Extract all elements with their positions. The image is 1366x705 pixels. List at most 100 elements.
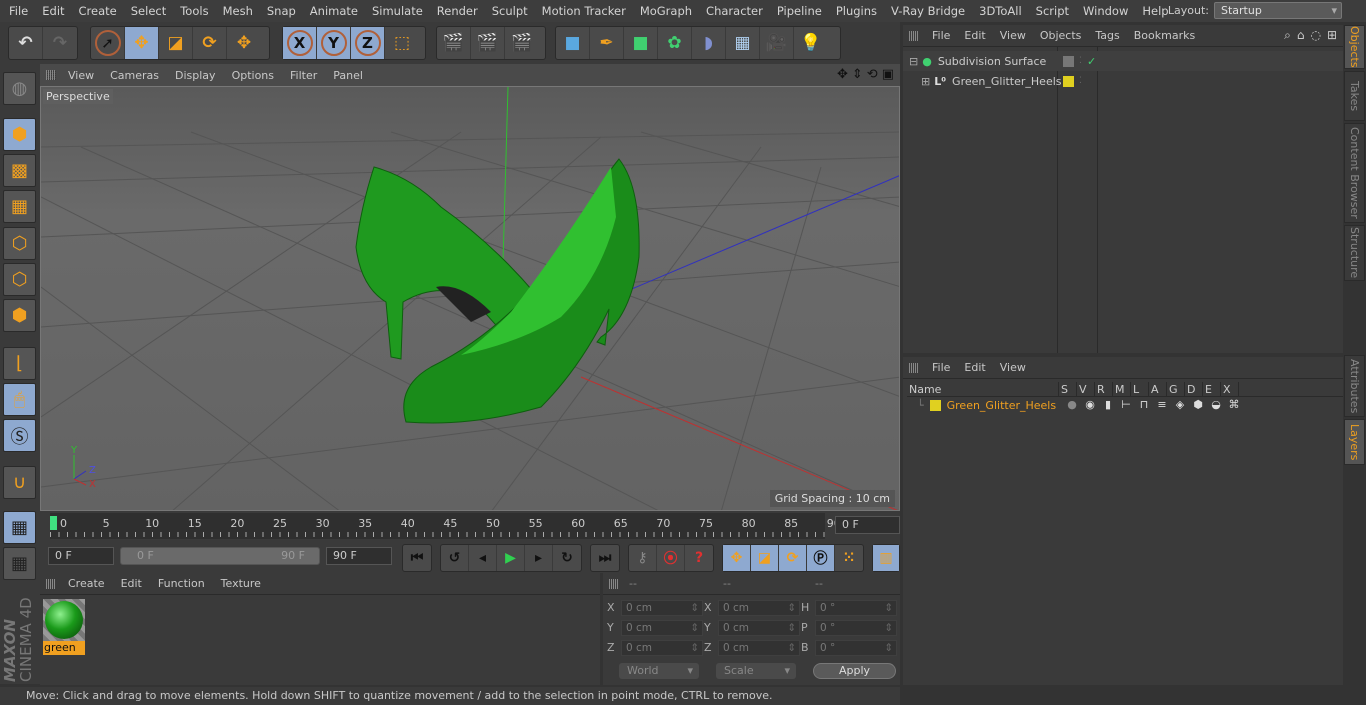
points-mode-button[interactable]: ⬡: [3, 227, 36, 260]
play-button[interactable]: ▶: [497, 545, 525, 571]
zoom-view-icon[interactable]: ⇕: [852, 67, 863, 82]
texture-mode-button[interactable]: ▩: [3, 154, 36, 187]
timeline-ruler[interactable]: 0 5 10 15 20 25 30 35 40 45 50 55 60 65 70 75 80 85 90: [50, 513, 841, 539]
deformer-icon[interactable]: ⬢: [1189, 398, 1207, 411]
layer-color-swatch[interactable]: [929, 400, 941, 411]
object-row[interactable]: ⊟ ● Subdivision Surface ⁚ ✓: [903, 51, 1343, 71]
coordinate-space-dropdown[interactable]: World ▾: [619, 663, 699, 679]
clapper-icon[interactable]: ▮: [1099, 398, 1117, 411]
menu-mesh[interactable]: Mesh: [216, 4, 260, 18]
layer-menu-file[interactable]: File: [925, 361, 957, 374]
viewport-menu-options[interactable]: Options: [224, 69, 282, 82]
rotation-h-field[interactable]: 0 ° ⇕: [815, 600, 897, 616]
eye-icon[interactable]: ◉: [1081, 398, 1099, 411]
cloner-button[interactable]: ✿: [658, 27, 692, 59]
rotation-p-field[interactable]: 0 ° ⇕: [815, 620, 897, 636]
workplane-lock-button[interactable]: ▦: [3, 511, 36, 544]
size-z-field[interactable]: 0 cm ⇕: [718, 640, 800, 656]
side-tab-layers[interactable]: Layers: [1344, 419, 1365, 465]
layer-column-v[interactable]: V: [1077, 382, 1095, 397]
key-parameter-button[interactable]: Ⓟ: [807, 545, 835, 571]
edit-toggle-icon[interactable]: [1063, 55, 1074, 67]
rotate-tool-button[interactable]: ⟳: [193, 27, 227, 59]
object-row[interactable]: ⊞ L⁰ Green_Glitter_Heels ⁚: [903, 71, 1343, 91]
position-z-field[interactable]: 0 cm ⇕: [621, 640, 703, 656]
panel-grip[interactable]: [609, 579, 619, 589]
solo-dot-icon[interactable]: ●: [1063, 398, 1081, 411]
menu-plugins[interactable]: Plugins: [829, 4, 884, 18]
3d-viewport[interactable]: Y Z X Perspective Grid Spacing : 10 cm: [40, 86, 900, 511]
side-tab-structure[interactable]: Structure: [1344, 225, 1365, 281]
material-menu-texture[interactable]: Texture: [213, 577, 269, 590]
manager-icon[interactable]: ⊢: [1117, 398, 1135, 411]
scale-tool-button[interactable]: ◪: [159, 27, 193, 59]
viewport-menu-panel[interactable]: Panel: [325, 69, 371, 82]
subdivision-button[interactable]: ■: [624, 27, 658, 59]
render-settings-button[interactable]: 🎬: [505, 27, 539, 59]
layer-column-m[interactable]: M: [1113, 382, 1131, 397]
layer-column-a[interactable]: A: [1149, 382, 1167, 397]
panel-grip[interactable]: [46, 70, 56, 80]
end-frame-field[interactable]: 90 F: [326, 547, 392, 565]
layer-column-x[interactable]: X: [1221, 382, 1239, 397]
next-frame-button[interactable]: ▸: [525, 545, 553, 571]
go-to-start-button[interactable]: ⏮: [403, 545, 431, 571]
layer-column-r[interactable]: R: [1095, 382, 1113, 397]
material-swatch[interactable]: green: [43, 599, 85, 656]
rotate-view-icon[interactable]: ⟲: [867, 67, 878, 82]
frame-range-slider[interactable]: 0 F 90 F: [120, 547, 320, 565]
position-y-field[interactable]: 0 cm ⇕: [621, 620, 703, 636]
menu-window[interactable]: Window: [1076, 4, 1135, 18]
x-axis-button[interactable]: X: [283, 27, 317, 59]
expand-icon[interactable]: ⊞: [921, 75, 930, 88]
menu-3dtoall[interactable]: 3DToAll: [972, 4, 1029, 18]
xref-icon[interactable]: ⌘: [1225, 398, 1243, 411]
search-icon[interactable]: ⌕: [1284, 28, 1291, 43]
menu-tools[interactable]: Tools: [173, 4, 215, 18]
menu-edit[interactable]: Edit: [35, 4, 71, 18]
rotation-b-field[interactable]: 0 ° ⇕: [815, 640, 897, 656]
layer-color-icon[interactable]: [1063, 75, 1074, 87]
snap-button[interactable]: ∪: [3, 466, 36, 499]
keyframe-selection-button[interactable]: ?: [685, 545, 713, 571]
expression-icon[interactable]: ◒: [1207, 398, 1225, 411]
go-to-end-button[interactable]: ⏭: [591, 545, 619, 571]
viewport-menu-cameras[interactable]: Cameras: [102, 69, 167, 82]
workplane-align-button[interactable]: ▦: [3, 547, 36, 580]
panel-grip[interactable]: [46, 579, 56, 589]
menu-simulate[interactable]: Simulate: [365, 4, 430, 18]
position-x-field[interactable]: 0 cm ⇕: [621, 600, 703, 616]
layer-menu-view[interactable]: View: [993, 361, 1033, 374]
axis-mode-button[interactable]: ⌊: [3, 347, 36, 380]
side-tab-takes[interactable]: Takes: [1344, 71, 1365, 121]
size-x-field[interactable]: 0 cm ⇕: [718, 600, 800, 616]
render-picture-viewer-button[interactable]: 🎬: [471, 27, 505, 59]
floor-button[interactable]: ▦: [726, 27, 760, 59]
autokeying-button[interactable]: ⦿: [657, 545, 685, 571]
layer-row[interactable]: └ Green_Glitter_Heels ● ◉ ▮ ⊢ ⊓ ≡ ◈ ⬢ ◒ ⌘: [903, 398, 1343, 413]
panel-grip[interactable]: [909, 31, 919, 41]
camera-button[interactable]: 🎥: [760, 27, 794, 59]
layer-column-e[interactable]: E: [1203, 382, 1221, 397]
layer-column-s[interactable]: S: [1059, 382, 1077, 397]
tweak-mode-button[interactable]: 🖱: [3, 383, 36, 416]
coordinate-mode-dropdown[interactable]: Scale ▾: [716, 663, 796, 679]
render-view-button[interactable]: 🎬: [437, 27, 471, 59]
menu-motion-tracker[interactable]: Motion Tracker: [535, 4, 633, 18]
edges-mode-button[interactable]: ⬡: [3, 263, 36, 296]
polygons-mode-button[interactable]: ⬢: [3, 299, 36, 332]
record-keys-button[interactable]: ⚷: [629, 545, 657, 571]
menu-character[interactable]: Character: [699, 4, 770, 18]
material-menu-function[interactable]: Function: [150, 577, 213, 590]
collapse-icon[interactable]: ⊟: [909, 55, 918, 68]
layer-menu-edit[interactable]: Edit: [957, 361, 992, 374]
key-position-button[interactable]: ✥: [723, 545, 751, 571]
object-menu-bookmarks[interactable]: Bookmarks: [1127, 29, 1202, 42]
panel-grip[interactable]: [909, 363, 919, 373]
cube-button[interactable]: ■: [556, 27, 590, 59]
coordinate-system-button[interactable]: ⬚: [385, 27, 419, 59]
move-tool-button[interactable]: ✥: [125, 27, 159, 59]
menu-file[interactable]: File: [2, 4, 35, 18]
viewport-menu-filter[interactable]: Filter: [282, 69, 325, 82]
transform-tool-button[interactable]: ✥: [227, 27, 261, 59]
